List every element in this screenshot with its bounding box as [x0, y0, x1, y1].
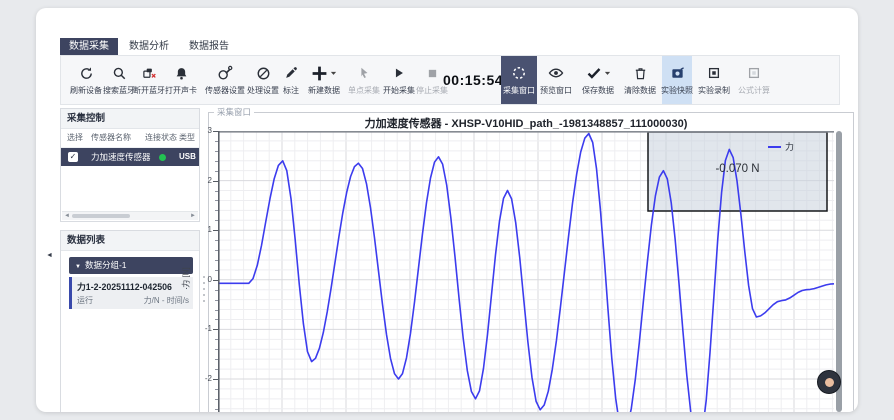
column-header: 连接状态 [145, 129, 177, 147]
desktop-background: 数据采集数据分析数据报告 00:15:54 刷新设备搜索蓝牙断开蓝牙打开声卡传感… [0, 0, 894, 420]
sidebar-collapse-button[interactable] [46, 252, 53, 259]
play-icon [392, 66, 406, 80]
collection-control-panel: 采集控制 选择传感器名称连接状态类型 力加速度传感器 USB [60, 108, 200, 222]
scroll-right-icon[interactable] [190, 212, 196, 220]
toolbar-button-label: 处理设置 [247, 85, 279, 96]
toolbar-button-label: 预览窗口 [540, 85, 572, 96]
chart-title: 力加速度传感器 - XHSP-V10HID_path_-1981348857_1… [218, 115, 834, 131]
chevron-down-icon [330, 70, 337, 77]
app-window: 数据采集数据分析数据报告 00:15:54 刷新设备搜索蓝牙断开蓝牙打开声卡传感… [36, 8, 858, 412]
timer-display: 00:15:54 [443, 56, 503, 104]
toolbar-button-label: 公式计算 [738, 85, 770, 96]
snapshot-icon [670, 66, 685, 81]
bell-icon [174, 66, 189, 81]
compass-icon [256, 66, 271, 81]
chart-legend: 力 [768, 140, 794, 153]
panel-title-collection-control: 采集控制 [61, 109, 199, 129]
toolbar-button-label: 采集窗口 [503, 85, 535, 96]
tab-data-analysis[interactable]: 数据分析 [120, 38, 178, 56]
sensor-settings-button[interactable]: 传感器设置 [201, 56, 249, 104]
open-soundcard-button[interactable]: 打开声卡 [161, 56, 201, 104]
search-icon [112, 66, 127, 81]
data-list-item[interactable]: 力1-2-20251112-042506⋮运行力/N - 时间/s [69, 277, 193, 309]
refresh-icon [79, 66, 94, 81]
vertical-scrollbar[interactable] [836, 131, 842, 412]
horizontal-scrollbar[interactable] [62, 211, 198, 220]
column-header: 类型 [179, 129, 195, 147]
point-collect-button[interactable]: 单点采集 [345, 56, 383, 104]
panel-title-data-list: 数据列表 [61, 231, 199, 251]
tab-data-report[interactable]: 数据报告 [180, 38, 238, 56]
bluetooth-off-icon [142, 66, 157, 81]
assistant-avatar-button[interactable] [817, 370, 841, 394]
trash-icon [633, 66, 648, 81]
cursor-icon [357, 66, 371, 80]
chevron-down-icon [604, 70, 611, 77]
toolbar-button-label: 保存数据 [582, 85, 614, 96]
toolbar-button-label: 打开声卡 [165, 85, 197, 96]
toolbar-button-label: 刷新设备 [70, 85, 102, 96]
sensor-type: USB [179, 148, 196, 166]
y-axis-label: 力 [N] [181, 267, 192, 287]
legend-line-swatch [768, 146, 781, 148]
sensor-checkbox[interactable] [68, 152, 78, 162]
new-data-button[interactable]: 新建数据 [299, 56, 349, 104]
toolbar: 00:15:54 刷新设备搜索蓝牙断开蓝牙打开声卡传感器设置处理设置标注新建数据… [60, 55, 840, 105]
formula-icon [747, 66, 761, 80]
tab-bar: 数据采集数据分析数据报告 [60, 38, 238, 56]
column-header: 选择 [67, 129, 83, 147]
data-group-label: 数据分组-1 [85, 260, 127, 270]
column-header: 传感器名称 [91, 129, 131, 147]
sensor-name: 力加速度传感器 [91, 148, 151, 166]
save-data-button[interactable]: 保存数据 [576, 56, 620, 104]
chart-plot[interactable]: 力 -0.070 N [218, 131, 834, 412]
preview-window-button[interactable]: 预览窗口 [538, 56, 574, 104]
legend-label: 力 [785, 140, 794, 153]
toolbar-button-label: 实验录制 [698, 85, 730, 96]
toolbar-button-label: 停止采集 [416, 85, 448, 96]
sensor-table-header: 选择传感器名称连接状态类型 [61, 129, 199, 148]
start-collect-button[interactable]: 开始采集 [381, 56, 417, 104]
experiment-record-button[interactable]: 实验录制 [695, 56, 733, 104]
chevron-down-icon: ▼ [75, 264, 81, 270]
record-icon [707, 66, 721, 80]
collect-window-button[interactable]: 采集窗口 [501, 56, 537, 104]
stop-icon [426, 67, 439, 80]
sensor-table-body: 力加速度传感器 USB [61, 148, 199, 166]
eye-icon [548, 65, 564, 81]
toolbar-button-label: 清除数据 [624, 85, 656, 96]
toolbar-button-label: 传感器设置 [205, 85, 245, 96]
data-list-panel: 数据列表 ▼数据分组-1力1-2-20251112-042506⋮运行力/N -… [60, 230, 200, 412]
data-item-status: 运行 [77, 295, 93, 306]
panel-splitter-handle[interactable] [202, 270, 206, 308]
toolbar-button-label: 实验快照 [661, 85, 693, 96]
toolbar-button-label: 开始采集 [383, 85, 415, 96]
plus-icon [311, 65, 328, 82]
status-dot [159, 154, 166, 161]
data-item-axes: 力/N - 时间/s [144, 295, 189, 306]
toolbar-button-label: 标注 [283, 85, 299, 96]
toolbar-button-label: 新建数据 [308, 85, 340, 96]
formula-calc-button[interactable]: 公式计算 [735, 56, 773, 104]
clear-data-button[interactable]: 清除数据 [622, 56, 658, 104]
check-icon [586, 65, 602, 81]
data-item-title: 力1-2-20251112-042506 [77, 280, 181, 293]
sensor-icon [217, 65, 233, 81]
scrollbar-thumb[interactable] [72, 214, 130, 218]
sensor-row[interactable]: 力加速度传感器 USB [61, 148, 199, 166]
stop-collect-button[interactable]: 停止采集 [415, 56, 449, 104]
experiment-snapshot-button[interactable]: 实验快照 [662, 56, 692, 104]
value-annotation: -0.070 N [648, 163, 827, 175]
marker-icon [284, 66, 298, 80]
tab-data-collect[interactable]: 数据采集 [60, 38, 118, 56]
data-group-header[interactable]: ▼ 数据分组-1 [69, 257, 193, 274]
toolbar-button-label: 单点采集 [348, 85, 380, 96]
dashed-circle-icon [511, 65, 527, 81]
scroll-left-icon[interactable] [64, 212, 70, 220]
